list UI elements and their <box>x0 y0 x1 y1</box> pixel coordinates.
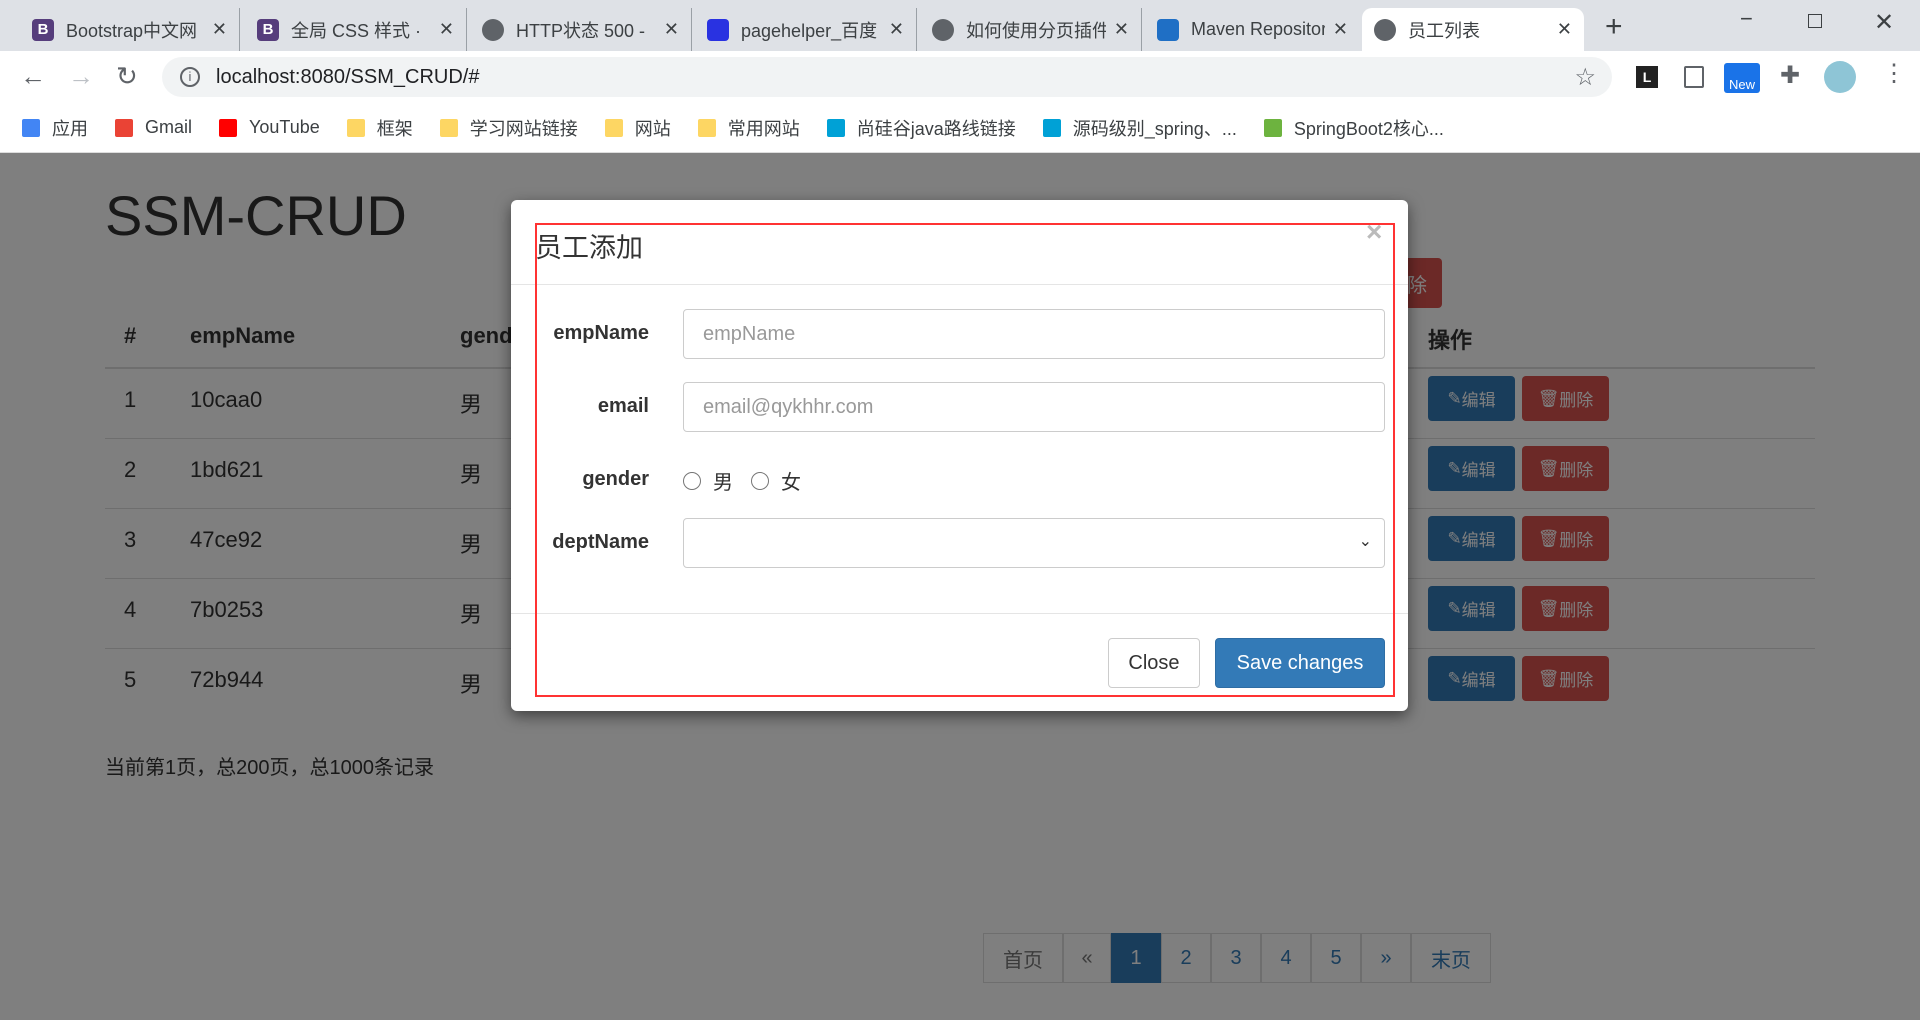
tab-title: 全局 CSS 样式 · <box>291 20 422 41</box>
back-icon[interactable]: ← <box>20 61 46 92</box>
browser-tab[interactable]: Maven Repository ✕ <box>1145 8 1360 51</box>
bookmark-item[interactable]: SpringBoot2核心... <box>1263 115 1444 141</box>
bookmark-item[interactable]: YouTube <box>219 117 320 138</box>
tab-title: pagehelper_百度 <box>741 20 878 41</box>
browser-tab[interactable]: B 全局 CSS 样式 · ✕ <box>245 8 467 51</box>
bookmark-item[interactable]: 尚硅谷java路线链接 <box>826 115 1016 141</box>
tab-title: 如何使用分页插件 <box>966 20 1106 41</box>
globe-icon <box>932 18 954 41</box>
bookmark-label: SpringBoot2核心... <box>1293 118 1444 139</box>
highlight-box <box>535 223 1395 697</box>
restore-button[interactable] <box>1808 14 1822 28</box>
tab-close-icon[interactable]: ✕ <box>212 19 227 40</box>
bookmark-label: 源码级别_spring、... <box>1072 118 1237 139</box>
youtube-icon <box>219 118 238 137</box>
bookmark-label: YouTube <box>249 117 320 137</box>
extension-l-icon[interactable]: L <box>1636 66 1658 88</box>
extension-new-icon[interactable]: New <box>1724 63 1760 93</box>
reload-icon[interactable]: ↻ <box>116 61 138 92</box>
apps-icon <box>22 118 40 137</box>
bookmark-item[interactable]: 框架 <box>346 115 413 141</box>
bilibili-icon <box>1042 118 1061 137</box>
tab-close-icon[interactable]: ✕ <box>1557 19 1572 40</box>
bilibili-icon <box>826 118 845 137</box>
gmail-icon <box>115 118 133 137</box>
info-icon: i <box>180 67 200 87</box>
bookmark-label: 网站 <box>634 118 671 139</box>
bookmark-item[interactable]: 学习网站链接 <box>439 115 578 141</box>
extension-copy-icon[interactable] <box>1684 66 1704 88</box>
tab-close-icon[interactable]: ✕ <box>439 19 454 40</box>
browser-tab[interactable]: HTTP状态 500 - ✕ <box>470 8 692 51</box>
tab-bar: B Bootstrap中文网 ✕ B 全局 CSS 样式 · ✕ HTTP状态 500 -… <box>0 0 1920 51</box>
bookmark-item[interactable]: Gmail <box>115 117 192 138</box>
tab-close-icon[interactable]: ✕ <box>1114 19 1129 40</box>
minimize-button[interactable]: − <box>1740 6 1753 32</box>
browser-tab[interactable]: B Bootstrap中文网 ✕ <box>20 8 240 51</box>
tab-title: 员工列表 <box>1408 20 1480 41</box>
browser-tab[interactable]: 员工列表 ✕ <box>1362 8 1584 51</box>
star-icon[interactable]: ☆ <box>1574 63 1596 92</box>
folder-icon <box>346 118 365 137</box>
folder-icon <box>439 118 458 137</box>
baidu-icon <box>707 18 729 41</box>
extensions-puzzle-icon[interactable]: ✚ <box>1780 61 1800 90</box>
url-text: localhost:8080/SSM_CRUD/# <box>216 65 480 88</box>
leaf-icon <box>1263 118 1282 137</box>
tab-title: HTTP状态 500 - <box>516 20 646 41</box>
browser-tab[interactable]: pagehelper_百度 ✕ <box>695 8 917 51</box>
folder-icon <box>604 118 623 137</box>
bookmark-label: 常用网站 <box>727 118 800 139</box>
bookmark-label: 框架 <box>376 118 413 139</box>
bookmark-item[interactable]: 网站 <box>604 115 671 141</box>
bookmark-label: 尚硅谷java路线链接 <box>856 118 1016 139</box>
tab-close-icon[interactable]: ✕ <box>1333 19 1348 40</box>
bookmark-label: Gmail <box>145 117 193 137</box>
profile-avatar[interactable] <box>1824 61 1856 93</box>
browser-tab[interactable]: 如何使用分页插件 ✕ <box>920 8 1142 51</box>
tab-close-icon[interactable]: ✕ <box>889 19 904 40</box>
maven-icon <box>1157 18 1179 41</box>
bookmarks-bar: 应用 Gmail YouTube 框架 学习网站链接 网站 常用网站 尚硅谷java路线链接 源… <box>0 103 1920 153</box>
close-window-button[interactable]: ✕ <box>1874 8 1894 37</box>
menu-icon[interactable]: ⋮ <box>1882 59 1906 88</box>
bookmark-label: 应用 <box>52 118 88 139</box>
bookmark-item[interactable]: 常用网站 <box>697 115 800 141</box>
tab-title: Bootstrap中文网 <box>66 20 198 41</box>
globe-icon <box>1374 18 1396 41</box>
bookmark-label: 学习网站链接 <box>469 118 578 139</box>
tab-title: Maven Repository <box>1191 19 1325 39</box>
add-employee-modal: 员工添加 × empName email gender 男 女 deptName… <box>511 200 1408 711</box>
new-tab-button[interactable]: + <box>1605 10 1623 44</box>
bookmark-item[interactable]: 源码级别_spring、... <box>1042 115 1237 141</box>
bookmark-item[interactable]: 应用 <box>22 115 88 141</box>
bootstrap-icon: B <box>32 18 54 41</box>
forward-icon[interactable]: → <box>68 61 94 92</box>
folder-icon <box>697 118 716 137</box>
address-row: ← → ↻ i localhost:8080/SSM_CRUD/# ☆ L Ne… <box>0 51 1920 103</box>
address-bar[interactable]: i localhost:8080/SSM_CRUD/# ☆ <box>162 57 1612 97</box>
tab-close-icon[interactable]: ✕ <box>664 19 679 40</box>
globe-icon <box>482 18 504 41</box>
bootstrap-icon: B <box>257 18 279 41</box>
